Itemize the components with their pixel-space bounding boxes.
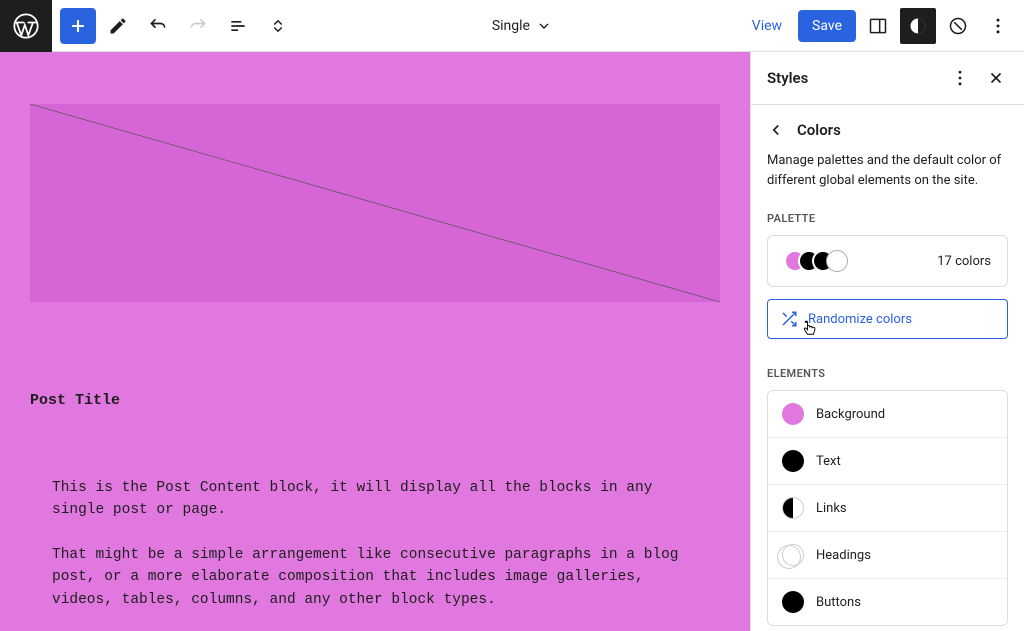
more-options-icon[interactable] [980,8,1016,44]
element-row-links[interactable]: Links [768,485,1007,532]
element-row-background[interactable]: Background [768,391,1007,438]
section-description: Manage palettes and the default color of… [767,151,1008,190]
list-view-icon[interactable] [220,8,256,44]
panel-header: Styles [751,52,1024,105]
styles-panel: Styles Colors Manage palettes and the de… [750,52,1024,631]
post-content-block[interactable]: This is the Post Content block, it will … [52,477,698,611]
settings-sidebar-icon[interactable] [860,8,896,44]
element-row-buttons[interactable]: Buttons [768,579,1007,625]
featured-image-placeholder[interactable] [30,104,720,302]
panel-more-icon[interactable] [948,66,972,90]
post-title[interactable]: Post Title [30,392,720,409]
panel-body: Colors Manage palettes and the default c… [751,105,1024,631]
save-button[interactable]: Save [798,10,856,42]
details-icon[interactable] [260,8,296,44]
swatch-icon [826,250,848,272]
chevron-left-icon [767,121,785,139]
color-swatch-icon [782,544,804,566]
elements-list: Background Text Links Headings Buttons [767,390,1008,626]
editor-canvas[interactable]: Post Title This is the Post Content bloc… [0,52,750,631]
content-paragraph: This is the Post Content block, it will … [52,477,698,522]
add-block-button[interactable] [60,8,96,44]
view-link[interactable]: View [740,10,794,42]
redo-icon[interactable] [180,8,216,44]
element-label: Buttons [816,595,861,610]
element-row-text[interactable]: Text [768,438,1007,485]
color-swatch-icon [782,497,804,519]
undo-icon[interactable] [140,8,176,44]
randomize-label: Randomize colors [808,312,912,327]
edit-icon[interactable] [100,8,136,44]
palette-count: 17 colors [937,254,991,269]
template-selector[interactable]: Single [304,18,740,34]
element-row-headings[interactable]: Headings [768,532,1007,579]
shuffle-icon [780,310,798,328]
top-toolbar: Single View Save [0,0,1024,52]
panel-title: Styles [767,69,808,87]
cursor-pointer-icon [800,320,818,338]
palette-card[interactable]: 17 colors [767,235,1008,287]
wordpress-logo[interactable] [0,0,52,52]
section-title: Colors [797,121,841,139]
workspace: Post Title This is the Post Content bloc… [0,52,1024,631]
randomize-colors-button[interactable]: Randomize colors [767,299,1008,339]
help-icon[interactable] [940,8,976,44]
content-paragraph: That might be a simple arrangement like … [52,544,698,611]
back-navigation[interactable]: Colors [767,121,1008,139]
element-label: Headings [816,548,871,563]
element-label: Background [816,407,885,422]
toolbar-left [52,8,304,44]
palette-label: PALETTE [767,212,1008,225]
element-label: Links [816,501,847,516]
color-swatch-icon [782,591,804,613]
close-icon[interactable] [984,66,1008,90]
styles-sidebar-icon[interactable] [900,8,936,44]
template-label: Single [492,18,530,34]
color-swatch-icon [782,403,804,425]
toolbar-right: View Save [740,8,1024,44]
elements-label: ELEMENTS [767,367,1008,380]
element-label: Text [816,454,841,469]
color-swatch-icon [782,450,804,472]
palette-swatches [784,250,840,272]
